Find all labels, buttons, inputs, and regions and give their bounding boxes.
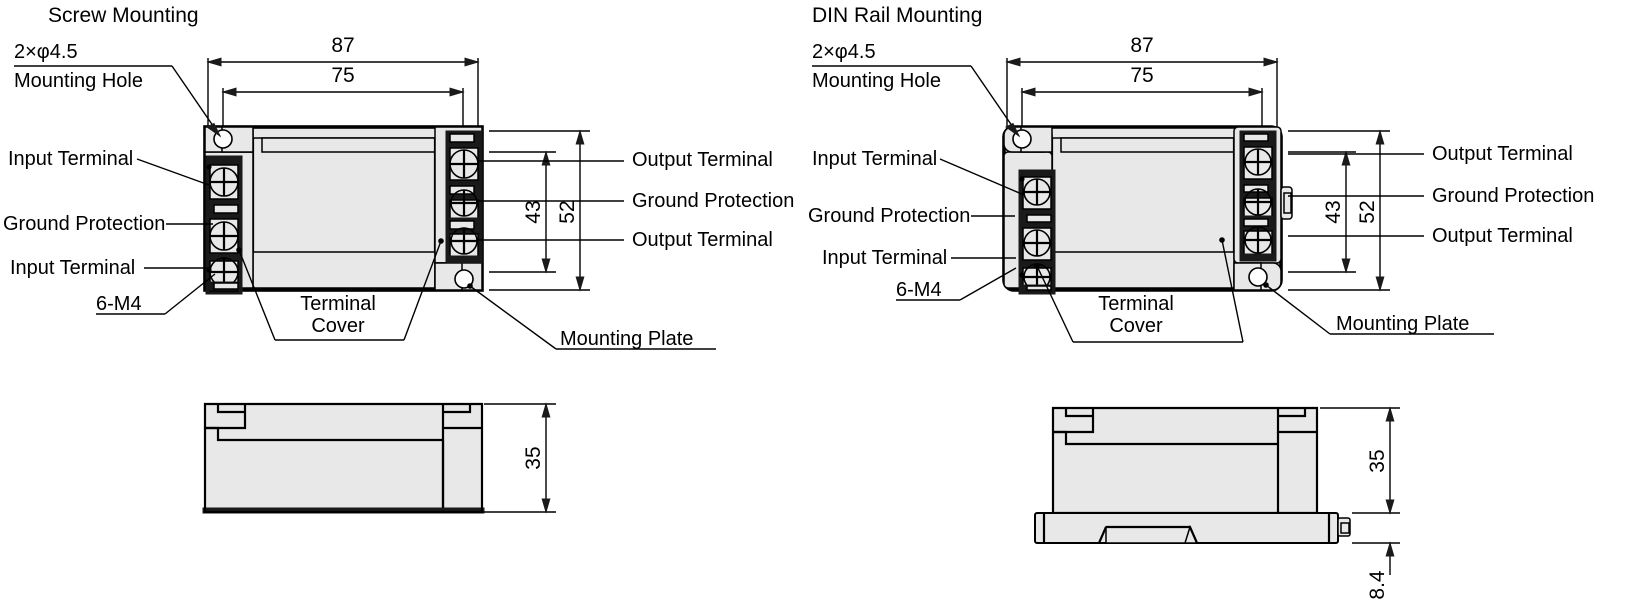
- screw-side-view: [202, 402, 485, 514]
- screw-ground-protection-left-label: Ground Protection: [3, 213, 165, 235]
- screw-ground-protection-right-label: Ground Protection: [632, 190, 794, 212]
- screw-terminal-cover-line2: Cover: [311, 315, 365, 337]
- din-annotation-mounting-hole: 2×φ4.5 Mounting Hole: [812, 41, 1021, 138]
- technical-drawing-page: Screw Mounting 87 75 43 52 2×φ4.5 Mounti…: [0, 0, 1641, 600]
- screw-annotation-mounting-hole: 2×φ4.5 Mounting Hole: [14, 41, 222, 138]
- din-device-body: [1002, 125, 1293, 295]
- screw-6m4-label: 6-M4: [96, 293, 142, 315]
- din-left-terminals: [1018, 169, 1056, 295]
- din-dim-35-text: 35: [1366, 449, 1389, 472]
- din-view-title: DIN Rail Mounting: [812, 4, 982, 27]
- din-terminal-cover-line1: Terminal: [1098, 293, 1174, 315]
- screw-annotation-input-terminal-top: Input Terminal: [8, 148, 210, 186]
- screw-left-terminals: [205, 155, 243, 295]
- din-mounting-hole-spec: 2×φ4.5: [812, 41, 876, 63]
- din-output-terminal-top-label: Output Terminal: [1432, 143, 1573, 165]
- screw-dim-35-text: 35: [522, 446, 545, 469]
- screw-dim-43: 43: [489, 150, 556, 274]
- view-din-rail-mounting: DIN Rail Mounting 87 75 43 52 2×φ4.5 Mou…: [808, 4, 1594, 600]
- screw-annotation-mounting-plate: Mounting Plate: [469, 285, 716, 350]
- din-input-terminal-top-label: Input Terminal: [812, 148, 937, 170]
- din-input-terminal-bottom-label: Input Terminal: [822, 247, 947, 269]
- screw-annotation-input-terminal-bottom: Input Terminal: [10, 257, 208, 279]
- screw-dim-75-text: 75: [331, 64, 354, 87]
- din-terminal-cover-line2: Cover: [1109, 315, 1163, 337]
- screw-dim-75: 75: [221, 64, 465, 132]
- din-dim-35: 35: [1320, 406, 1400, 515]
- din-dim-43-text: 43: [1322, 200, 1345, 223]
- screw-terminal-cover-line1: Terminal: [300, 293, 376, 315]
- screw-mounting-hole-spec: 2×φ4.5: [14, 41, 78, 63]
- screw-output-terminal-top-label: Output Terminal: [632, 149, 773, 171]
- din-annotation-output-terminal-top: Output Terminal: [1288, 143, 1573, 165]
- din-dim-52-text: 52: [1356, 200, 1379, 223]
- din-right-terminals: [1239, 130, 1277, 262]
- din-6m4-label: 6-M4: [896, 279, 942, 301]
- din-dim-87-text: 87: [1130, 34, 1153, 57]
- screw-annotation-output-terminal-bottom: Output Terminal: [478, 229, 773, 251]
- din-output-terminal-bottom-label: Output Terminal: [1432, 225, 1573, 247]
- din-ground-protection-left-label: Ground Protection: [808, 205, 970, 227]
- din-side-view: [1034, 406, 1351, 544]
- din-dim-75: 75: [1020, 64, 1264, 132]
- dimension-drawing-svg: Screw Mounting 87 75 43 52 2×φ4.5 Mounti…: [3, 4, 1594, 600]
- din-rail-clip: [1280, 186, 1293, 220]
- din-mounting-hole-label: Mounting Hole: [812, 70, 941, 92]
- screw-view-title: Screw Mounting: [48, 4, 199, 27]
- din-annotation-mounting-plate: Mounting Plate: [1265, 284, 1494, 335]
- din-annotation-input-terminal-top: Input Terminal: [812, 148, 1025, 196]
- din-rail-base-plate: [1034, 512, 1351, 544]
- screw-dim-87-text: 87: [331, 34, 354, 57]
- screw-dim-43-text: 43: [522, 200, 545, 223]
- din-ground-protection-right-label: Ground Protection: [1432, 185, 1594, 207]
- din-dim-75-text: 75: [1130, 64, 1153, 87]
- din-dim-8-4-text: 8.4: [1366, 570, 1389, 600]
- din-annotation-input-terminal-bottom: Input Terminal: [822, 247, 1016, 269]
- screw-mounting-hole-label: Mounting Hole: [14, 70, 143, 92]
- din-annotation-ground-protection-left: Ground Protection: [808, 205, 1015, 227]
- din-dim-43: 43: [1288, 150, 1356, 274]
- din-annotation-6m4: 6-M4: [896, 267, 1017, 301]
- screw-input-terminal-top-label: Input Terminal: [8, 148, 133, 170]
- screw-input-terminal-bottom-label: Input Terminal: [10, 257, 135, 279]
- screw-dim-35: 35: [484, 402, 556, 514]
- screw-right-terminals: [445, 130, 483, 264]
- screw-output-terminal-bottom-label: Output Terminal: [632, 229, 773, 251]
- din-mounting-plate-label: Mounting Plate: [1336, 313, 1469, 335]
- screw-annotation-ground-protection-left: Ground Protection: [3, 213, 213, 235]
- screw-mounting-plate-label: Mounting Plate: [560, 328, 693, 350]
- screw-dim-52-text: 52: [556, 200, 579, 223]
- din-annotation-output-terminal-bottom: Output Terminal: [1288, 225, 1573, 247]
- screw-annotation-6m4: 6-M4: [96, 273, 216, 315]
- din-dim-8-4: 8.4: [1352, 541, 1400, 600]
- view-screw-mounting: Screw Mounting 87 75 43 52 2×φ4.5 Mounti…: [3, 4, 794, 514]
